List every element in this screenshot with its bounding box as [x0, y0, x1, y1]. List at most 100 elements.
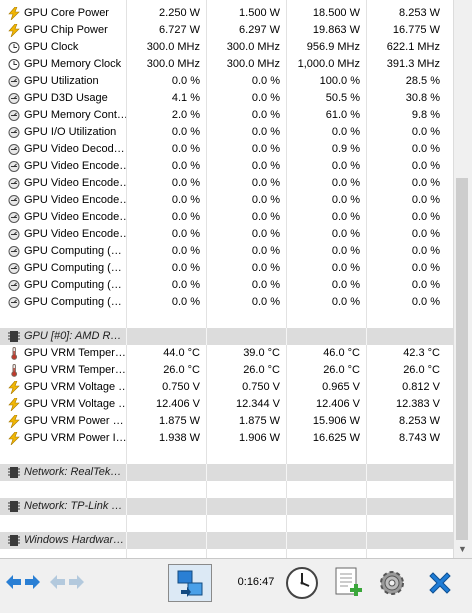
sensor-name: GPU Video Encode…: [24, 194, 126, 206]
scroll-down-arrow-icon[interactable]: ▼: [456, 543, 469, 556]
sensor-name: GPU Video Encode…: [24, 160, 126, 172]
average-value: 8.253 W: [399, 7, 440, 19]
sensor-row[interactable]: GPU Computing (… 0.0 % 0.0 % 0.0 % 0.0 %: [0, 243, 453, 260]
sensor-row[interactable]: GPU Memory Clock 300.0 MHz 300.0 MHz 1,000.…: [0, 56, 453, 73]
navigate-disabled-button[interactable]: [48, 569, 86, 595]
sensor-row[interactable]: GPU Video Encode… 0.0 % 0.0 % 0.0 % 0.0 %: [0, 226, 453, 243]
sensor-row[interactable]: GPU VRM Voltage … 0.750 V 0.750 V 0.965 V 0.…: [0, 379, 453, 396]
close-button[interactable]: [420, 563, 460, 603]
average-value: 0.812 V: [402, 381, 440, 393]
sensor-name-cell: GPU Video Encode…: [0, 192, 126, 209]
average-value: 0.0 %: [411, 177, 440, 189]
maximum-value: 61.0 %: [325, 109, 360, 121]
chip-icon: [8, 501, 20, 512]
usage-gauge-icon: [8, 195, 20, 206]
current-value: 2.250 W: [159, 7, 200, 19]
sensor-row[interactable]: GPU D3D Usage 4.1 % 0.0 % 50.5 % 30.8 %: [0, 90, 453, 107]
layout-switch-button[interactable]: [168, 564, 212, 602]
current-value: 1.938 W: [159, 432, 200, 444]
report-add-icon: [335, 567, 362, 596]
power-bolt-icon: [8, 415, 20, 428]
sensor-name: GPU Clock: [24, 41, 79, 53]
average-value: 0.0 %: [411, 296, 440, 308]
maximum-value: 12.406 V: [315, 398, 360, 410]
sensor-row[interactable]: GPU VRM Temper… 44.0 °C 39.0 °C 46.0 °C 42.3…: [0, 345, 453, 362]
section-header-row[interactable]: GPU [#0]: AMD R…: [0, 328, 453, 345]
save-report-button[interactable]: [330, 563, 366, 603]
section-header-row[interactable]: Network: TP-Link …: [0, 498, 453, 515]
sensor-name-cell: GPU Video Encode…: [0, 226, 126, 243]
sensor-row[interactable]: GPU Video Encode… 0.0 % 0.0 % 0.0 % 0.0 %: [0, 158, 453, 175]
maximum-value: 0.0 %: [331, 279, 360, 291]
sensor-row[interactable]: GPU Clock 300.0 MHz 300.0 MHz 956.9 MHz 622.…: [0, 39, 453, 56]
sensor-row[interactable]: GPU VRM Voltage … 12.406 V 12.344 V 12.406 …: [0, 396, 453, 413]
sensor-row[interactable]: GPU Memory Cont… 2.0 % 0.0 % 61.0 % 9.8 %: [0, 107, 453, 124]
average-value: 0.0 %: [411, 262, 440, 274]
maximum-value: 50.5 %: [325, 92, 360, 104]
maximum-value: 0.9 %: [331, 143, 360, 155]
blank-row: [0, 311, 453, 328]
sensor-name-cell: GPU Computing (…: [0, 260, 126, 277]
column-divider: [206, 498, 207, 515]
sensor-name: GPU Utilization: [24, 75, 99, 87]
maximum-value: 0.0 %: [331, 262, 360, 274]
sensor-row[interactable]: GPU Video Decod… 0.0 % 0.0 % 0.9 % 0.0 %: [0, 141, 453, 158]
minimum-value: 26.0 °C: [243, 364, 280, 376]
sensor-row[interactable]: GPU VRM Power I… 1.938 W 1.906 W 16.625 W 8.…: [0, 430, 453, 447]
maximum-value: 0.965 V: [322, 381, 360, 393]
sensor-row[interactable]: GPU Video Encode… 0.0 % 0.0 % 0.0 % 0.0 %: [0, 192, 453, 209]
sensor-row[interactable]: GPU Video Encode… 0.0 % 0.0 % 0.0 % 0.0 %: [0, 175, 453, 192]
usage-gauge-icon: [8, 93, 20, 104]
sensor-name: GPU Computing (…: [24, 279, 122, 291]
sensor-name-cell: GPU Video Decod…: [0, 141, 126, 158]
sensor-name-cell: GPU Clock: [0, 39, 126, 56]
current-value: 300.0 MHz: [146, 58, 200, 70]
minimum-value: 0.0 %: [251, 177, 280, 189]
sensor-row[interactable]: GPU Computing (… 0.0 % 0.0 % 0.0 % 0.0 %: [0, 294, 453, 311]
usage-gauge-icon: [8, 229, 20, 240]
sensor-row[interactable]: GPU Video Encode… 0.0 % 0.0 % 0.0 % 0.0 %: [0, 209, 453, 226]
column-divider: [206, 532, 207, 549]
thermometer-icon: [11, 347, 18, 360]
sensor-name-cell: GPU Video Encode…: [0, 175, 126, 192]
minimum-value: 0.0 %: [251, 92, 280, 104]
minimum-value: 0.0 %: [251, 143, 280, 155]
settings-button[interactable]: [372, 563, 412, 603]
sensor-row[interactable]: GPU VRM Temper… 26.0 °C 26.0 °C 26.0 °C 26.0…: [0, 362, 453, 379]
average-value: 0.0 %: [411, 194, 440, 206]
sensor-row[interactable]: GPU Computing (… 0.0 % 0.0 % 0.0 % 0.0 %: [0, 260, 453, 277]
sensor-row[interactable]: GPU Chip Power 6.727 W 6.297 W 19.863 W 16.7…: [0, 22, 453, 39]
minimum-value: 0.0 %: [251, 262, 280, 274]
sensor-row[interactable]: GPU Utilization 0.0 % 0.0 % 100.0 % 28.5 %: [0, 73, 453, 90]
power-bolt-icon: [8, 7, 20, 20]
power-bolt-icon: [8, 24, 20, 37]
maximum-value: 0.0 %: [331, 245, 360, 257]
section-header-row[interactable]: Windows Hardwar…: [0, 532, 453, 549]
usage-gauge-icon: [8, 161, 20, 172]
scrollbar-thumb[interactable]: [456, 178, 468, 540]
sensor-row[interactable]: GPU Core Power 2.250 W 1.500 W 18.500 W 8.25…: [0, 5, 453, 22]
usage-gauge-icon: [8, 212, 20, 223]
maximum-value: 15.906 W: [312, 415, 360, 427]
sensor-name-cell: GPU VRM Power I…: [0, 430, 126, 447]
maximum-value: 0.0 %: [331, 211, 360, 223]
sensor-row[interactable]: GPU VRM Power … 1.875 W 1.875 W 15.906 W 8.2…: [0, 413, 453, 430]
average-value: 0.0 %: [411, 126, 440, 138]
sensor-row[interactable]: GPU I/O Utilization 0.0 % 0.0 % 0.0 % 0.0 %: [0, 124, 453, 141]
navigate-sections-button[interactable]: [4, 569, 42, 595]
usage-gauge-icon: [8, 110, 20, 121]
maximum-value: 26.0 °C: [323, 364, 360, 376]
section-header-row[interactable]: Network: RealTek…: [0, 464, 453, 481]
sensor-name: GPU VRM Power I…: [24, 432, 126, 444]
current-value: 0.750 V: [162, 381, 200, 393]
vertical-scrollbar[interactable]: ▼: [453, 0, 471, 558]
sensor-name: GPU Memory Cont…: [24, 109, 126, 121]
current-value: 0.0 %: [171, 75, 200, 87]
clock-reset-button[interactable]: [282, 563, 322, 603]
minimum-value: 0.0 %: [251, 194, 280, 206]
minimum-value: 0.0 %: [251, 211, 280, 223]
column-divider: [206, 328, 207, 345]
sensor-name-cell: GPU Memory Clock: [0, 56, 126, 73]
sensor-row[interactable]: GPU Computing (… 0.0 % 0.0 % 0.0 % 0.0 %: [0, 277, 453, 294]
blank-row: [0, 515, 453, 532]
